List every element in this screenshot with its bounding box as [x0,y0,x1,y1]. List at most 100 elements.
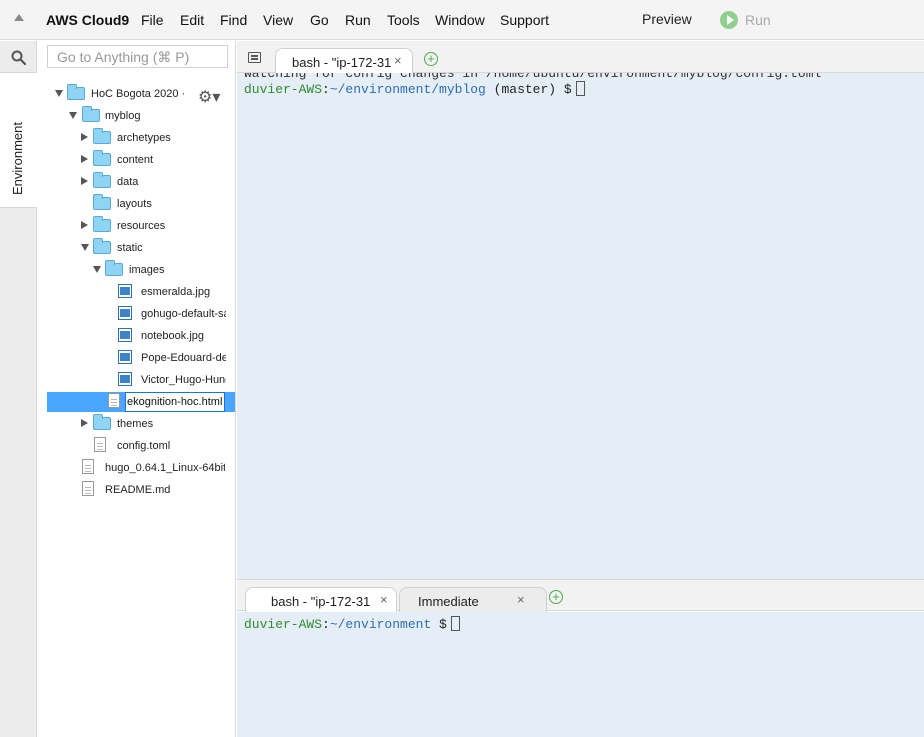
run-button[interactable]: Run [745,12,771,28]
chevron-right-icon[interactable] [81,419,88,427]
chevron-right-icon[interactable] [81,133,88,141]
tree-item-label: archetypes [117,132,171,144]
image-file-icon [118,372,132,386]
image-file-icon [118,306,132,320]
chevron-right-icon[interactable] [81,155,88,163]
menu-support[interactable]: Support [500,12,549,28]
top-tab-bar: bash - "ip-172-31 × + [237,41,924,73]
tree-item-victor-hugo[interactable]: Victor_Hugo-Hunc [118,370,226,390]
tree-item-label: resources [117,220,166,232]
chevron-down-icon[interactable] [69,112,77,119]
brand-title[interactable]: AWS Cloud9 [46,12,129,28]
tree-root-label: HoC Bogota 2020 · [91,88,186,100]
tree-item-myblog[interactable]: myblog [69,106,219,126]
menu-bar: AWS Cloud9 File Edit Find View Go Run To… [0,0,924,40]
tree-item-archetypes[interactable]: archetypes [81,128,221,148]
panel-menu-icon[interactable] [248,52,261,63]
folder-icon [67,84,85,100]
menu-view[interactable]: View [263,12,293,28]
run-icon[interactable] [720,11,738,29]
search-icon[interactable] [11,50,26,65]
tree-item-static[interactable]: static [81,238,221,258]
tab-label: Immediate [418,594,479,609]
prompt-path: ~/environment/myblog [329,82,486,97]
folder-icon [93,216,111,232]
image-file-icon [118,350,132,364]
menu-go[interactable]: Go [310,12,329,28]
close-icon[interactable]: × [394,53,402,68]
tree-item-layouts[interactable]: layouts [81,194,221,214]
tree-item-content[interactable]: content [81,150,221,170]
close-icon[interactable]: × [517,592,525,607]
tab-bash-top[interactable]: bash - "ip-172-31 × [275,48,413,73]
folder-icon [93,128,111,144]
terminal-prompt: duvier-AWS:~/environment/myblog (master)… [244,81,585,97]
tree-item-label: gohugo-default-sa [141,308,226,320]
tree-item-label: Pope-Edouard-de- [141,352,226,364]
chevron-right-icon[interactable] [81,221,88,229]
bottom-tab-bar: bash - "ip-172-31 × Immediate × + [237,579,924,612]
tree-item-label: myblog [105,110,141,122]
goto-anything-input[interactable] [47,45,228,68]
menu-file[interactable]: File [141,12,164,28]
tree-item-notebook[interactable]: notebook.jpg [118,326,226,346]
add-tab-icon[interactable]: + [549,590,563,604]
prompt-rest: (master) $ [485,82,572,97]
tree-item-config[interactable]: config.toml [94,436,224,456]
tree-item-pope[interactable]: Pope-Edouard-de- [118,348,226,368]
tree-item-images[interactable]: images [93,260,223,280]
menu-tools[interactable]: Tools [387,12,420,28]
tree-item-data[interactable]: data [81,172,221,192]
tree-item-esmeralda[interactable]: esmeralda.jpg [118,282,226,302]
tree-item-label: layouts [117,198,152,210]
menu-run[interactable]: Run [345,12,371,28]
file-icon [82,481,94,496]
tree-item-label: config.toml [117,440,171,452]
tree-item-label: README.md [105,484,171,496]
chevron-right-icon[interactable] [81,177,88,185]
chevron-down-icon[interactable] [81,244,89,251]
terminal-bottom[interactable]: duvier-AWS:~/environment $ [237,612,924,737]
tree-item-gohugo[interactable]: gohugo-default-sa [118,304,226,324]
image-file-icon [118,284,132,298]
folder-icon [93,150,111,166]
file-icon [108,393,120,408]
tree-item-label: Victor_Hugo-Hunc [141,374,226,386]
tree-item-label: static [117,242,143,254]
file-icon [82,459,94,474]
tree-item-label: notebook.jpg [141,330,204,342]
folder-icon [93,172,111,188]
tab-bash-bottom[interactable]: bash - "ip-172-31 × [245,587,397,612]
side-tab-strip: Environment [0,41,37,737]
tree-item-label: content [117,154,154,166]
collapse-menu-icon[interactable] [14,14,24,21]
menu-window[interactable]: Window [435,12,485,28]
preview-button[interactable]: Preview [642,11,692,27]
menu-edit[interactable]: Edit [180,12,204,28]
environment-tab[interactable]: Environment [0,72,37,208]
tab-label: bash - "ip-172-31 [292,55,392,70]
file-tree-panel: ⚙▾ HoC Bogota 2020 · myblog archetypes c… [37,41,236,737]
environment-tab-label: Environment [10,122,25,195]
chevron-down-icon[interactable] [93,266,101,273]
add-tab-icon[interactable]: + [424,52,438,66]
file-icon [94,437,106,452]
tree-item-label: images [129,264,165,276]
prompt-user: duvier-AWS [244,617,323,632]
folder-icon [93,194,111,210]
terminal-top[interactable]: Watching for config changes in /home/ubu… [237,73,924,579]
close-icon[interactable]: × [380,592,388,607]
rename-file-input[interactable] [125,392,225,412]
tree-item-readme[interactable]: README.md [82,480,222,500]
tree-item-hugo[interactable]: hugo_0.64.1_Linux-64bit [82,458,225,478]
tree-item-themes[interactable]: themes [81,414,221,434]
chevron-down-icon[interactable] [55,90,63,97]
prompt-path: ~/environment [329,617,432,632]
tree-root[interactable]: HoC Bogota 2020 · [55,84,205,104]
terminal-prompt: duvier-AWS:~/environment $ [244,616,460,632]
folder-icon [93,238,111,254]
tab-immediate[interactable]: Immediate × [399,587,547,612]
menu-find[interactable]: Find [220,12,247,28]
tree-item-resources[interactable]: resources [81,216,221,236]
terminal-cursor [575,81,585,96]
